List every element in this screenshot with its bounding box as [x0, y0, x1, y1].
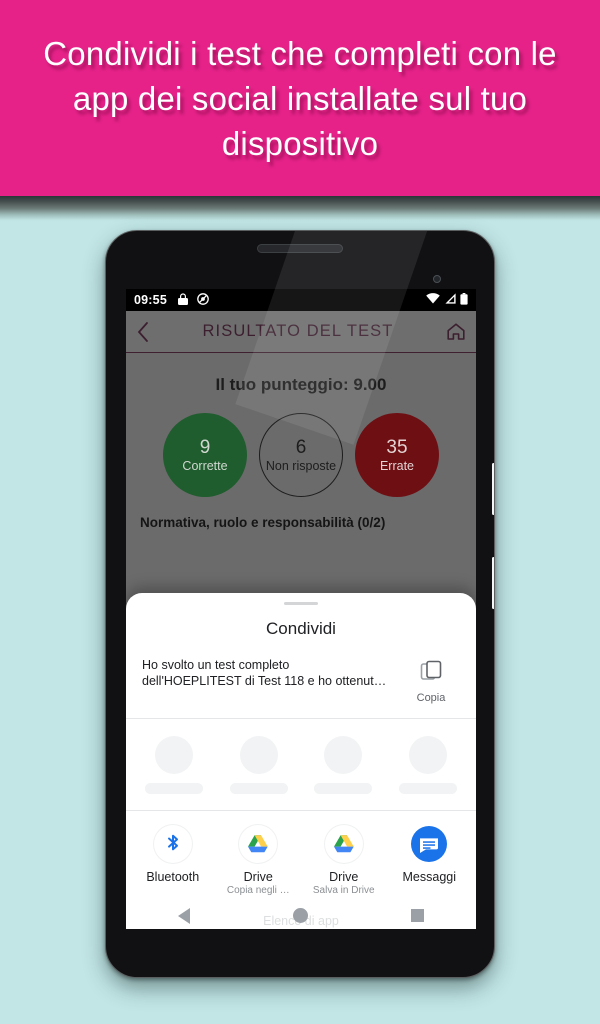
share-sheet-title: Condividi [266, 618, 336, 638]
status-left-icon-group [177, 292, 209, 308]
copy-button[interactable]: Copia [402, 657, 460, 704]
nav-back-triangle-icon[interactable] [177, 907, 190, 924]
share-target-drive-save[interactable]: Drive Salva in Drive [304, 825, 384, 896]
battery-icon [460, 292, 468, 308]
share-target-sublabel: Salva in Drive [312, 885, 375, 897]
skeleton-label [314, 783, 373, 795]
skeleton-label [229, 783, 288, 795]
skeleton-avatar [155, 736, 194, 775]
score-circle-value: 35 [386, 437, 408, 459]
promo-banner: Condividi i test che completi con le app… [0, 0, 600, 196]
share-target-messaggi[interactable]: Messaggi [389, 825, 469, 885]
copy-icon [419, 660, 443, 687]
skeleton-label [398, 783, 457, 795]
phone-screen: 09:55 RISULTATO DEL TEST Il tuo punteggi… [126, 289, 476, 929]
share-target-label: Drive [243, 870, 273, 885]
list-item [308, 736, 378, 795]
list-item [224, 736, 294, 795]
share-target-label: Bluetooth [146, 870, 200, 885]
skeleton-avatar [324, 736, 363, 775]
share-target-app-row: Bluetooth Drive Copia negli … Drive Salv… [126, 811, 476, 902]
score-circle-correct: 9 Corrette [163, 413, 247, 497]
google-drive-icon [324, 825, 363, 864]
score-circle-label: Corrette [182, 458, 228, 473]
nav-home-circle-icon[interactable] [292, 908, 308, 924]
android-nav-bar: Elenco di app [126, 902, 476, 929]
skeleton-avatar [408, 736, 447, 775]
share-target-sublabel: Copia negli … [226, 885, 290, 897]
app-bar: RISULTATO DEL TEST [126, 311, 476, 353]
status-bar: 09:55 [126, 289, 476, 311]
score-circle-wrong: 35 Errate [355, 413, 439, 497]
topic-line: Normativa, ruolo e responsabilità (0/2) [140, 515, 386, 530]
banner-bottom-shadow [0, 196, 600, 222]
nav-recents-square-icon[interactable] [411, 909, 425, 923]
phone-device-mockup: 09:55 RISULTATO DEL TEST Il tuo punteggi… [105, 230, 495, 978]
score-circle-value: 6 [295, 437, 307, 459]
share-preview-text: Ho svolto un test completo dell'HOEPLITE… [142, 657, 387, 688]
share-target-label: Messaggi [402, 870, 457, 885]
share-target-label: Drive [329, 870, 359, 885]
phone-earpiece-speaker [257, 244, 343, 253]
score-circle-unanswered: 6 Non risposte [259, 413, 343, 497]
phone-power-button[interactable] [492, 463, 494, 515]
copy-label: Copia [416, 691, 446, 704]
skeleton-avatar [239, 736, 278, 775]
lock-icon [177, 292, 188, 308]
status-clock: 09:55 [134, 293, 167, 307]
share-target-bluetooth[interactable]: Bluetooth [133, 825, 213, 885]
score-circle-label: Non risposte [265, 458, 337, 473]
share-target-drive-copy[interactable]: Drive Copia negli … [218, 825, 298, 896]
test-result-body: Il tuo punteggio: 9.00 9 Corrette 6 Non … [126, 353, 476, 530]
phone-front-camera [433, 275, 441, 283]
google-drive-icon [239, 825, 278, 864]
cellular-signal-icon [444, 293, 456, 307]
google-messages-icon [410, 825, 449, 864]
wifi-icon [426, 293, 440, 307]
list-item [139, 736, 209, 795]
score-circle-value: 9 [199, 437, 211, 459]
phone-volume-button[interactable] [492, 557, 494, 609]
score-line: Il tuo punteggio: 9.00 [215, 375, 387, 394]
dnd-silent-icon [197, 292, 209, 308]
promo-headline: Condividi i test che completi con le app… [43, 34, 557, 162]
list-item [393, 736, 463, 795]
share-sheet: Condividi Ho svolto un test completo del… [126, 593, 476, 929]
home-icon[interactable] [446, 322, 466, 341]
status-right-icon-group [426, 292, 468, 308]
skeleton-label [145, 783, 204, 795]
bluetooth-icon [153, 825, 192, 864]
share-preview-row: Ho svolto un test completo dell'HOEPLITE… [126, 639, 476, 718]
sheet-drag-handle[interactable] [284, 602, 318, 605]
back-icon[interactable] [136, 321, 150, 343]
page-title: RISULTATO DEL TEST [202, 322, 394, 340]
score-circle-group: 9 Corrette 6 Non risposte 35 Errate [140, 413, 462, 497]
skeleton-placeholder-row [126, 718, 476, 810]
score-circle-label: Errate [379, 458, 415, 473]
